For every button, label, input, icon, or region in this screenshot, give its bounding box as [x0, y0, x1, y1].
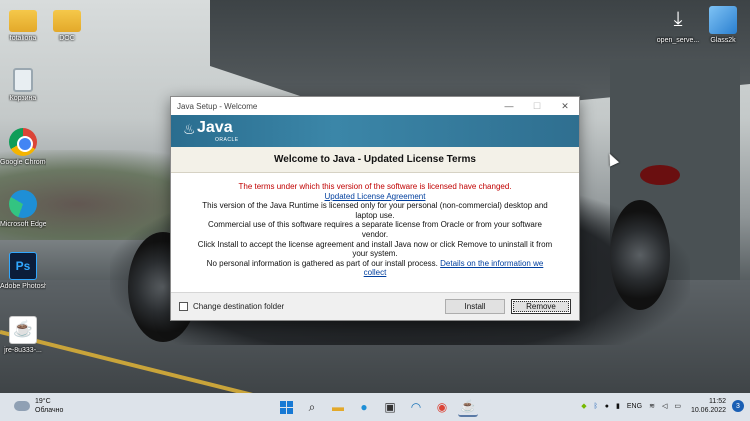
desktop-icon-label: DOC	[59, 35, 75, 42]
desktop-icon-label: Adobe Photosh...	[0, 283, 46, 290]
chrome-icon	[9, 128, 37, 156]
license-paragraph: Click Install to accept the license agre…	[197, 239, 553, 259]
desktop-icon-doc[interactable]: DOC	[44, 6, 90, 43]
clock[interactable]: 11:52 10.06.2022	[691, 397, 726, 415]
privacy-text: No personal information is gathered as p…	[206, 258, 438, 268]
download-icon: ⤓	[673, 8, 683, 30]
change-folder-label[interactable]: Change destination folder	[193, 302, 284, 311]
start-button[interactable]	[276, 397, 296, 417]
store-taskbar-button[interactable]: ▣	[380, 397, 400, 417]
language-indicator[interactable]: ENG	[627, 403, 642, 410]
oracle-logo-text: ORACLE	[215, 137, 239, 143]
clock-date: 10.06.2022	[690, 407, 726, 414]
search-button[interactable]: ⌕	[302, 397, 322, 417]
java-taskbar-button[interactable]: ☕	[458, 397, 478, 417]
cloud-icon	[14, 401, 30, 411]
notification-badge[interactable]: 3	[732, 400, 744, 412]
desktop-icon-label: Glass2k	[710, 37, 736, 44]
folder-icon	[9, 10, 37, 32]
weather-widget[interactable]: 19°C Облачно	[14, 397, 63, 415]
edge-taskbar-button[interactable]: ●	[354, 397, 374, 417]
desktop-icon-label: Microsoft Edge	[0, 221, 46, 228]
java-banner: ♨ Java ORACLE	[171, 115, 579, 147]
java-cup-icon: ♨	[183, 121, 196, 137]
minimize-button[interactable]: —	[495, 97, 523, 115]
maximize-button[interactable]: ☐	[523, 97, 551, 115]
dialog-titlebar[interactable]: Java Setup - Welcome — ☐ ✕	[171, 97, 579, 115]
desktop-icon-label: open_serve...	[656, 37, 700, 44]
close-button[interactable]: ✕	[551, 97, 579, 115]
java-setup-dialog: Java Setup - Welcome — ☐ ✕ ♨ Java ORACLE…	[170, 96, 580, 321]
recycle-bin-icon	[13, 68, 33, 92]
wallpaper-wheel	[610, 200, 670, 310]
file-explorer-button[interactable]: ▬	[328, 397, 348, 417]
tray-app-icon[interactable]: ●	[605, 403, 609, 410]
windows-icon	[279, 400, 293, 414]
glass-icon	[709, 6, 737, 34]
desktop-icon-label: jre-8u333-...	[4, 347, 42, 354]
bluetooth-icon[interactable]: ᛒ	[594, 403, 598, 410]
dialog-footer: Change destination folder Install Remove	[171, 292, 579, 320]
wifi-icon[interactable]: ≋	[649, 402, 655, 410]
desktop-icon-open-server[interactable]: ⤓ open_serve...	[655, 6, 701, 45]
weather-temperature: 19°C	[35, 398, 51, 405]
speedtest-taskbar-button[interactable]: ◠	[406, 397, 426, 417]
desktop-icon-label: Корзина	[9, 95, 37, 102]
license-agreement-link[interactable]: Updated License Agreement	[325, 192, 426, 201]
desktop-icon-edge[interactable]: Microsoft Edge	[0, 190, 46, 229]
photoshop-icon: Ps	[9, 252, 37, 280]
system-tray: ◆ ᛒ ● ▮ ENG ≋ ◁ ▭ 11:52 10.06.2022 3	[574, 397, 744, 415]
folder-icon	[53, 10, 81, 32]
java-installer-icon: ☕	[9, 316, 37, 344]
security-icon[interactable]: ▮	[616, 402, 620, 410]
battery-icon[interactable]: ▭	[674, 402, 681, 410]
desktop-icon-chrome[interactable]: Google Chrome	[0, 128, 46, 167]
dialog-heading: Welcome to Java - Updated License Terms	[171, 147, 579, 173]
desktop-icon-recycle-bin[interactable]: Корзина	[0, 68, 46, 103]
install-button[interactable]: Install	[445, 299, 505, 314]
java-logo-text: Java	[197, 119, 233, 136]
chrome-taskbar-button[interactable]: ◉	[432, 397, 452, 417]
dialog-title: Java Setup - Welcome	[177, 101, 258, 111]
desktop-icon-label: fotaliona	[9, 35, 37, 42]
volume-icon[interactable]: ◁	[662, 402, 667, 410]
taskbar-apps: ⌕ ▬ ● ▣ ◠ ◉ ☕	[276, 397, 484, 417]
clock-time: 11:52	[709, 398, 726, 405]
desktop-icon-fotaliona[interactable]: fotaliona	[0, 6, 46, 43]
license-paragraph: Commercial use of this software requires…	[208, 220, 542, 239]
desktop-icon-glass2k[interactable]: Glass2k	[700, 6, 746, 45]
taskbar: 19°C Облачно ⌕ ▬ ● ▣ ◠ ◉ ☕ ◆ ᛒ ● ▮ ENG ≋…	[0, 393, 750, 421]
license-change-notice: The terms under which this version of th…	[238, 182, 512, 191]
privacy-line: No personal information is gathered as p…	[195, 259, 555, 278]
change-folder-checkbox[interactable]	[179, 302, 188, 311]
edge-icon	[9, 190, 37, 218]
license-content: The terms under which this version of th…	[171, 173, 579, 292]
remove-button[interactable]: Remove	[511, 299, 571, 314]
license-paragraph: This version of the Java Runtime is lice…	[202, 201, 548, 220]
desktop-icon-jre-installer[interactable]: ☕ jre-8u333-...	[0, 316, 46, 355]
nvidia-icon[interactable]: ◆	[581, 402, 586, 410]
wallpaper-taillight	[640, 165, 680, 185]
desktop-icon-photoshop[interactable]: Ps Adobe Photosh...	[0, 252, 46, 291]
desktop-icon-label: Google Chrome	[0, 159, 46, 166]
weather-description: Облачно	[35, 407, 64, 414]
